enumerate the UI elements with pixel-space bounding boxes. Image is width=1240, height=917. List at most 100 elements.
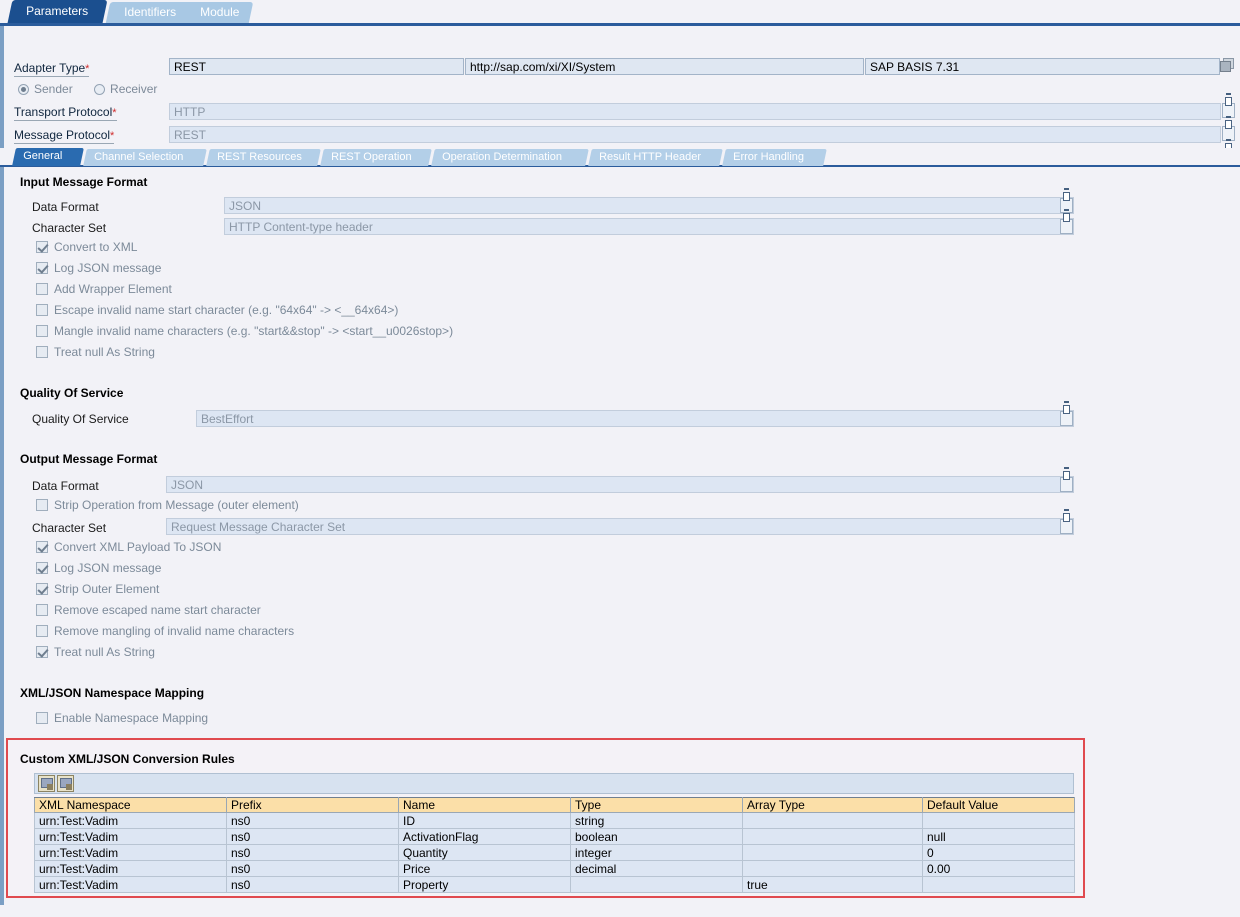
tab-channel-selection[interactable]: Channel Selection <box>83 149 207 166</box>
checkbox-remove-escaped-name-start-label: Remove escaped name start character <box>54 603 261 617</box>
checkbox-convert-xml-payload-to-json[interactable]: Convert XML Payload To JSON <box>36 540 221 554</box>
checkbox-input-treat-null-as-string-label: Treat null As String <box>54 345 155 359</box>
value-help-icon-qos[interactable] <box>1060 411 1073 426</box>
cell-name[interactable]: ActivationFlag <box>399 829 571 845</box>
cell-type[interactable]: decimal <box>571 861 743 877</box>
custom-rules-toolbar <box>34 773 1074 794</box>
tab-channel-selection-label: Channel Selection <box>94 151 183 163</box>
cell-name[interactable]: Price <box>399 861 571 877</box>
cell-type[interactable]: boolean <box>571 829 743 845</box>
checkbox-enable-namespace-mapping[interactable]: Enable Namespace Mapping <box>36 711 208 725</box>
cell-array-type[interactable]: true <box>743 877 923 893</box>
value-help-icon-input-charset[interactable] <box>1060 219 1073 234</box>
column-header-prefix[interactable]: Prefix <box>227 798 399 813</box>
cell-prefix[interactable]: ns0 <box>227 861 399 877</box>
cell-default-value[interactable]: 0.00 <box>923 861 1075 877</box>
checkbox-output-treat-null-as-string[interactable]: Treat null As String <box>36 645 155 659</box>
cell-xml-namespace[interactable]: urn:Test:Vadim <box>35 877 227 893</box>
checkbox-input-treat-null-as-string[interactable]: Treat null As String <box>36 345 155 359</box>
software-component-version-input[interactable]: SAP BASIS 7.31 <box>865 58 1220 75</box>
output-character-set-input[interactable]: Request Message Character Set <box>166 518 1074 535</box>
column-header-xml-namespace[interactable]: XML Namespace <box>35 798 227 813</box>
cell-array-type[interactable] <box>743 845 923 861</box>
tab-parameters-label: Parameters <box>27 4 89 18</box>
tab-general[interactable]: General <box>12 148 84 166</box>
checkbox-escape-invalid-name-start[interactable]: Escape invalid name start character (e.g… <box>36 303 398 317</box>
general-tab-bar: General Channel Selection REST Resources… <box>0 148 1240 167</box>
cell-array-type[interactable] <box>743 813 923 829</box>
cell-type[interactable] <box>571 877 743 893</box>
output-character-set-label: Character Set <box>32 521 106 535</box>
checkbox-escape-invalid-name-start-label: Escape invalid name start character (e.g… <box>54 303 398 317</box>
cell-prefix[interactable]: ns0 <box>227 877 399 893</box>
transport-protocol-input[interactable]: HTTP <box>169 103 1221 120</box>
cell-array-type[interactable] <box>743 829 923 845</box>
checkbox-output-log-json[interactable]: Log JSON message <box>36 561 161 575</box>
table-row[interactable]: urn:Test:Vadim ns0 Property true <box>35 877 1075 893</box>
table-row[interactable]: urn:Test:Vadim ns0 Quantity integer 0 <box>35 845 1075 861</box>
table-row[interactable]: urn:Test:Vadim ns0 ID string <box>35 813 1075 829</box>
cell-type[interactable]: string <box>571 813 743 829</box>
checkbox-input-log-json[interactable]: Log JSON message <box>36 261 161 275</box>
copy-icon[interactable] <box>1220 58 1236 74</box>
tab-parameters[interactable]: Parameters <box>8 0 108 23</box>
cell-default-value[interactable] <box>923 813 1075 829</box>
value-help-icon-output-data-format[interactable] <box>1060 477 1073 492</box>
tab-error-handling[interactable]: Error Handling <box>722 149 827 166</box>
value-help-icon-output-charset[interactable] <box>1060 519 1073 534</box>
cell-xml-namespace[interactable]: urn:Test:Vadim <box>35 845 227 861</box>
cell-type[interactable]: integer <box>571 845 743 861</box>
tab-rest-operation[interactable]: REST Operation <box>320 149 432 166</box>
column-header-array-type[interactable]: Array Type <box>743 798 923 813</box>
checkbox-add-wrapper-element[interactable]: Add Wrapper Element <box>36 282 172 296</box>
checkbox-enable-namespace-mapping-label: Enable Namespace Mapping <box>54 711 208 725</box>
cell-xml-namespace[interactable]: urn:Test:Vadim <box>35 829 227 845</box>
column-header-name[interactable]: Name <box>399 798 571 813</box>
tab-identifiers[interactable]: Identifiers <box>106 2 194 23</box>
cell-default-value[interactable] <box>923 877 1075 893</box>
quality-of-service-input[interactable]: BestEffort <box>196 410 1074 427</box>
checkbox-mangle-invalid-name-chars[interactable]: Mangle invalid name characters (e.g. "st… <box>36 324 453 338</box>
checkbox-strip-operation-from-message-box <box>36 499 48 511</box>
checkbox-remove-mangling[interactable]: Remove mangling of invalid name characte… <box>36 624 294 638</box>
cell-array-type[interactable] <box>743 861 923 877</box>
checkbox-mangle-invalid-name-chars-label: Mangle invalid name characters (e.g. "st… <box>54 324 453 338</box>
cell-name[interactable]: Quantity <box>399 845 571 861</box>
radio-receiver[interactable]: Receiver <box>94 82 157 96</box>
tab-operation-determination[interactable]: Operation Determination <box>431 149 589 166</box>
tab-rest-resources[interactable]: REST Resources <box>206 149 321 166</box>
tab-result-http-header[interactable]: Result HTTP Header <box>588 149 723 166</box>
message-protocol-label: Message Protocol* <box>14 128 114 144</box>
cell-prefix[interactable]: ns0 <box>227 845 399 861</box>
column-header-type[interactable]: Type <box>571 798 743 813</box>
cell-xml-namespace[interactable]: urn:Test:Vadim <box>35 813 227 829</box>
checkbox-strip-outer-element[interactable]: Strip Outer Element <box>36 582 159 596</box>
cell-default-value[interactable]: null <box>923 829 1075 845</box>
output-data-format-input[interactable]: JSON <box>166 476 1074 493</box>
input-data-format-input[interactable]: JSON <box>224 197 1074 214</box>
channel-header-form: Adapter Type* REST http://sap.com/xi/XI/… <box>0 26 1240 148</box>
cell-name[interactable]: Property <box>399 877 571 893</box>
cell-prefix[interactable]: ns0 <box>227 813 399 829</box>
checkbox-strip-operation-from-message[interactable]: Strip Operation from Message (outer elem… <box>36 498 299 512</box>
tab-module[interactable]: Module <box>184 2 253 23</box>
input-character-set-input[interactable]: HTTP Content-type header <box>224 218 1074 235</box>
radio-sender[interactable]: Sender <box>18 82 73 96</box>
checkbox-enable-namespace-mapping-box <box>36 712 48 724</box>
cell-default-value[interactable]: 0 <box>923 845 1075 861</box>
cell-name[interactable]: ID <box>399 813 571 829</box>
table-row[interactable]: urn:Test:Vadim ns0 Price decimal 0.00 <box>35 861 1075 877</box>
column-header-default-value[interactable]: Default Value <box>923 798 1075 813</box>
adapter-namespace-input[interactable]: http://sap.com/xi/XI/System <box>465 58 864 75</box>
checkbox-remove-escaped-name-start[interactable]: Remove escaped name start character <box>36 603 261 617</box>
insert-row-icon[interactable] <box>38 775 55 792</box>
delete-row-icon[interactable] <box>57 775 74 792</box>
table-row[interactable]: urn:Test:Vadim ns0 ActivationFlag boolea… <box>35 829 1075 845</box>
message-protocol-input[interactable]: REST <box>169 126 1221 143</box>
tab-general-label: General <box>23 150 62 162</box>
checkbox-convert-to-xml[interactable]: Convert to XML <box>36 240 137 254</box>
cell-prefix[interactable]: ns0 <box>227 829 399 845</box>
tab-rest-resources-label: REST Resources <box>217 151 302 163</box>
cell-xml-namespace[interactable]: urn:Test:Vadim <box>35 861 227 877</box>
adapter-type-input[interactable]: REST <box>169 58 464 75</box>
